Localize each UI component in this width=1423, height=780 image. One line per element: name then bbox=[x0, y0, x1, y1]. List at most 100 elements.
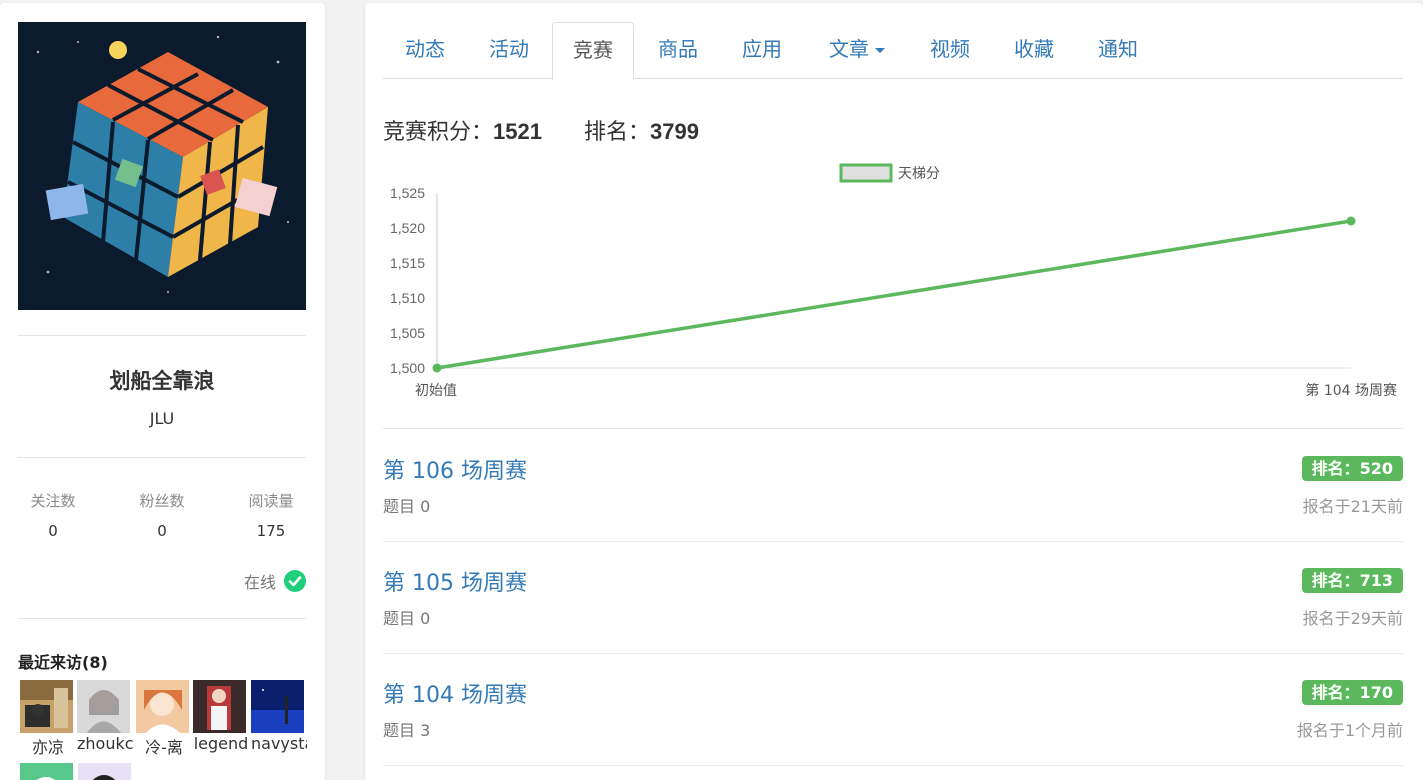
x-tick-label: 初始值 bbox=[415, 382, 457, 399]
profile-avatar[interactable] bbox=[18, 22, 306, 310]
tab-videos[interactable]: 视频 bbox=[908, 22, 992, 79]
visitor-item[interactable]: 亦凉 bbox=[20, 680, 74, 758]
rank-label: 排名： bbox=[583, 120, 650, 145]
contest-signup-time: 报名于21天前 bbox=[1302, 497, 1403, 516]
stat-following[interactable]: 关注数 0 bbox=[3, 490, 103, 540]
y-tick-label: 1,525 bbox=[390, 185, 425, 201]
divider bbox=[383, 765, 1403, 766]
tab-label: 收藏 bbox=[1014, 37, 1054, 61]
y-tick-label: 1,505 bbox=[390, 325, 425, 341]
visitor-item[interactable]: zhoukc bbox=[77, 680, 133, 753]
contest-title-link[interactable]: 第 106 场周赛 bbox=[383, 453, 527, 485]
profile-tabs: 动态 活动 竞赛 商品 应用 文章 视频 收藏 通知 bbox=[383, 22, 1403, 80]
y-tick-label: 1,500 bbox=[390, 360, 425, 376]
profile-school: JLU bbox=[149, 409, 175, 428]
visitor-item[interactable]: navystar bbox=[251, 680, 307, 753]
legend-label: 天梯分 bbox=[898, 166, 940, 182]
visitor-name: 冷-离 bbox=[145, 738, 183, 757]
stat-label: 关注数 bbox=[30, 492, 76, 510]
y-tick-label: 1,520 bbox=[390, 220, 425, 236]
divider bbox=[383, 653, 1403, 654]
tab-label: 文章 bbox=[829, 37, 869, 61]
main-card: 动态 活动 竞赛 商品 应用 文章 视频 收藏 通知 竞赛积分：1521 排名：… bbox=[365, 3, 1423, 780]
recent-visitors-title: 最近来访(8) bbox=[18, 653, 108, 672]
chart-legend: 天梯分 bbox=[839, 163, 940, 183]
contest-title-link[interactable]: 第 104 场周赛 bbox=[383, 677, 527, 709]
divider bbox=[18, 457, 306, 458]
visitor-avatar bbox=[193, 680, 246, 733]
tab-favorites[interactable]: 收藏 bbox=[992, 22, 1076, 79]
check-circle-icon bbox=[284, 570, 306, 592]
stat-followers[interactable]: 粉丝数 0 bbox=[112, 490, 212, 540]
contest-title-link[interactable]: 第 105 场周赛 bbox=[383, 565, 527, 597]
visitor-name: navystar bbox=[251, 734, 307, 753]
data-point bbox=[432, 363, 442, 373]
visitor-avatar bbox=[77, 680, 130, 733]
tab-activities[interactable]: 活动 bbox=[467, 22, 551, 79]
legend-swatch bbox=[839, 163, 893, 183]
online-status: 在线 bbox=[244, 569, 306, 593]
tab-competitions[interactable]: 竞赛 bbox=[552, 22, 634, 80]
rank-badge: 排名：170 bbox=[1301, 680, 1403, 705]
stat-reads[interactable]: 阅读量 175 bbox=[221, 490, 321, 540]
rank-badge: 排名：520 bbox=[1301, 456, 1403, 481]
contest-problems: 题目 0 bbox=[383, 609, 431, 628]
visitor-avatar bbox=[78, 763, 131, 780]
score-label: 竞赛积分： bbox=[383, 120, 494, 145]
score-value: 1521 bbox=[493, 119, 542, 144]
x-tick-label: 第 104 场周赛 bbox=[1305, 382, 1397, 399]
tab-label: 动态 bbox=[405, 37, 445, 61]
divider bbox=[18, 618, 306, 619]
contest-problems: 题目 0 bbox=[383, 497, 431, 516]
divider bbox=[18, 335, 306, 336]
tab-products[interactable]: 商品 bbox=[636, 22, 720, 79]
visitor-name: zhoukc bbox=[77, 734, 133, 753]
visitor-avatar bbox=[136, 680, 189, 733]
profile-username: 划船全靠浪 bbox=[109, 369, 215, 393]
tab-label: 商品 bbox=[658, 37, 698, 61]
stat-value: 0 bbox=[48, 522, 58, 540]
chart-y-axis: 1,500 1,505 1,510 1,515 1,520 1,525 bbox=[390, 185, 438, 376]
avatar-artwork bbox=[18, 22, 306, 310]
tab-articles[interactable]: 文章 bbox=[804, 22, 910, 79]
y-tick-label: 1,515 bbox=[390, 255, 425, 271]
tab-label: 活动 bbox=[489, 37, 529, 61]
visitor-item[interactable] bbox=[20, 763, 74, 780]
contest-signup-time: 报名于29天前 bbox=[1302, 609, 1403, 628]
online-label: 在线 bbox=[243, 573, 276, 592]
visitor-avatar bbox=[20, 763, 73, 780]
tab-label: 应用 bbox=[742, 37, 782, 61]
visitor-item[interactable]: legend bbox=[193, 680, 249, 753]
score-summary: 竞赛积分：1521 排名：3799 bbox=[383, 114, 699, 146]
visitor-avatar bbox=[251, 680, 304, 733]
y-tick-label: 1,510 bbox=[390, 290, 425, 306]
visitor-avatar bbox=[20, 680, 73, 733]
tab-notifications[interactable]: 通知 bbox=[1076, 22, 1160, 79]
contest-signup-time: 报名于1个月前 bbox=[1296, 721, 1403, 740]
caret-down-icon bbox=[875, 48, 885, 53]
tab-dynamics[interactable]: 动态 bbox=[383, 22, 467, 79]
chart-series bbox=[432, 216, 1356, 373]
tab-label: 通知 bbox=[1098, 37, 1138, 61]
contest-problems: 题目 3 bbox=[383, 721, 431, 740]
stat-value: 0 bbox=[157, 522, 167, 540]
series-line bbox=[436, 219, 1352, 370]
tab-label: 视频 bbox=[930, 37, 970, 61]
stat-value: 175 bbox=[256, 522, 286, 540]
rank-badge: 排名：713 bbox=[1301, 568, 1403, 593]
rating-chart: 天梯分 1,500 1,505 1,510 1,515 1,520 1,525 初始值 第 … bbox=[390, 163, 1397, 399]
visitor-item[interactable] bbox=[78, 763, 132, 780]
chart-x-axis: 初始值 第 104 场周赛 bbox=[415, 367, 1397, 399]
stat-label: 阅读量 bbox=[248, 492, 294, 510]
data-point bbox=[1346, 216, 1356, 226]
profile-card: 划船全靠浪 JLU 关注数 0 粉丝数 0 阅读量 175 在线 最近来访(8)… bbox=[0, 3, 325, 780]
divider bbox=[383, 428, 1403, 429]
divider bbox=[383, 541, 1403, 542]
tab-apps[interactable]: 应用 bbox=[720, 22, 804, 79]
stat-label: 粉丝数 bbox=[139, 492, 185, 510]
visitor-name: 亦凉 bbox=[31, 738, 64, 757]
visitor-name: legend bbox=[193, 734, 249, 753]
visitor-item[interactable]: 冷-离 bbox=[136, 680, 190, 758]
tab-label: 竞赛 bbox=[573, 38, 613, 62]
rank-value: 3799 bbox=[649, 119, 699, 144]
